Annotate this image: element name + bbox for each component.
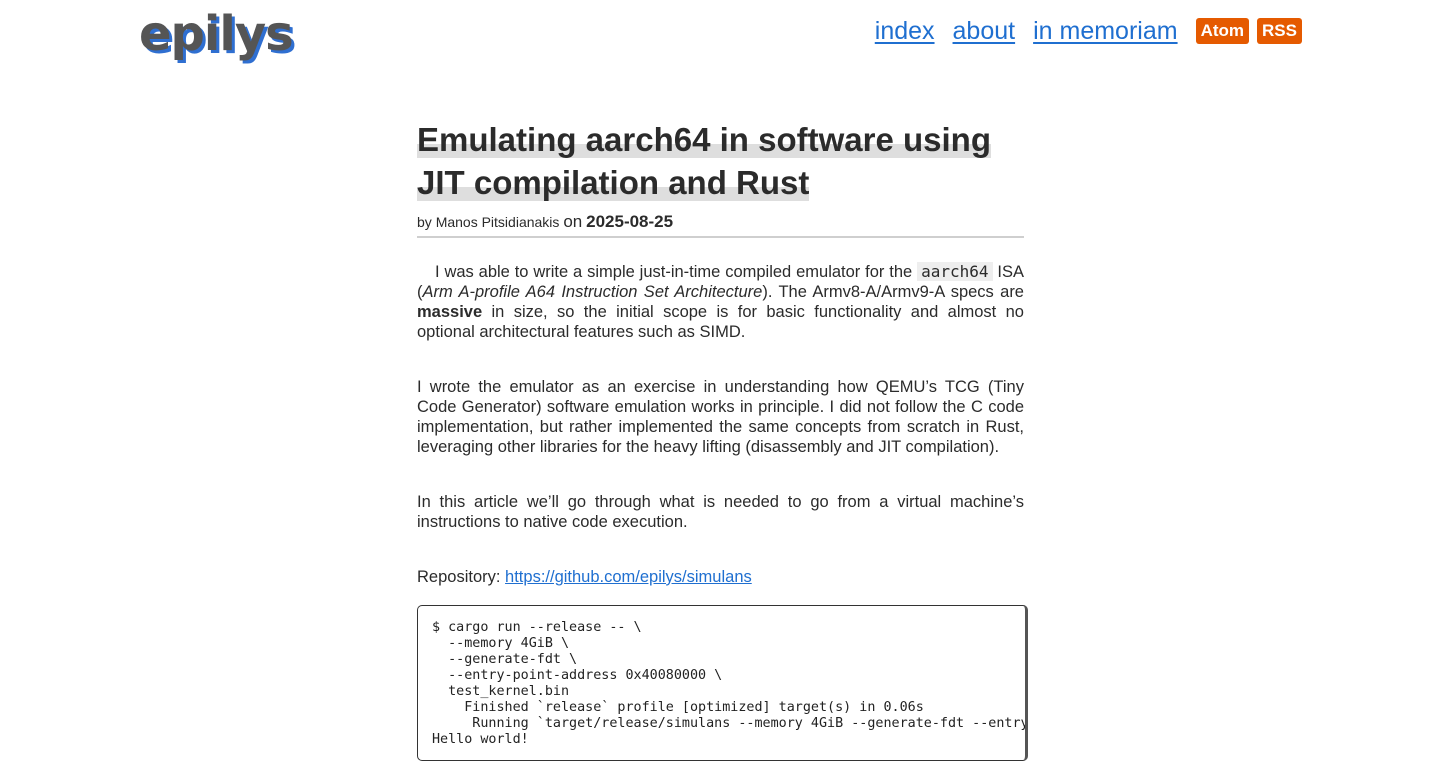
paragraph-motivation: I wrote the emulator as an exercise in u… [417, 378, 1024, 456]
article-date: 2025-08-25 [586, 212, 674, 231]
inline-code-aarch64: aarch64 [917, 262, 993, 281]
rss-feed-button[interactable]: RSS [1257, 18, 1302, 44]
article-byline: by Manos Pitsidianakis on 2025-08-25 [417, 212, 1024, 238]
article: Emulating aarch64 in software using JIT … [417, 118, 1028, 761]
article-author: Manos Pitsidianakis [435, 214, 560, 230]
code-line: --generate-fdt \ [432, 652, 578, 667]
repository-label: Repository: [417, 568, 506, 586]
nav-link-about[interactable]: about [953, 14, 1016, 48]
article-title: Emulating aarch64 in software using JIT … [417, 118, 1024, 204]
p1-text-4: in size, so the initial scope is for bas… [417, 303, 1024, 341]
nav-link-index[interactable]: index [875, 14, 935, 48]
p1-text-1: I was able to write a simple just-in-tim… [435, 263, 918, 281]
article-title-text: Emulating aarch64 in software using JIT … [417, 121, 991, 201]
p1-strong: massive [417, 303, 483, 321]
p1-emphasis: Arm A-profile A64 Instruction Set Archit… [422, 283, 763, 301]
paragraph-repository: Repository: https://github.com/epilys/si… [417, 567, 1024, 587]
paragraph-intro: I was able to write a simple just-in-tim… [417, 262, 1024, 342]
code-line: --entry-point-address 0x40080000 \ [432, 668, 723, 683]
code-line: test_kernel.bin [432, 684, 570, 699]
site-logo[interactable]: epilys [139, 4, 294, 64]
code-line: --memory 4GiB \ [432, 636, 570, 651]
nav-link-in-memoriam[interactable]: in memoriam [1033, 14, 1177, 48]
atom-feed-button[interactable]: Atom [1195, 18, 1250, 44]
byline-prefix: by [417, 214, 432, 230]
site-nav: index about in memoriam Atom RSS [875, 14, 1302, 48]
code-line: Finished `release` profile [optimized] t… [432, 700, 924, 715]
terminal-code-block: $ cargo run --release -- \ --memory 4GiB… [417, 605, 1028, 761]
code-line: Running `target/release/simulans --memor… [472, 716, 1028, 731]
p1-text-3: ). The Armv8-A/Armv9-A specs are [762, 283, 1024, 301]
code-line: Hello world! [432, 732, 529, 747]
feed-badges: Atom RSS [1195, 18, 1302, 44]
repository-link[interactable]: https://github.com/epilys/simulans [505, 568, 752, 586]
page: epilys index about in memoriam Atom RSS … [0, 0, 1440, 761]
byline-on: on [563, 212, 583, 231]
paragraph-overview: In this article we’ll go through what is… [417, 493, 1024, 531]
code-line: $ cargo run --release -- \ [432, 620, 642, 635]
